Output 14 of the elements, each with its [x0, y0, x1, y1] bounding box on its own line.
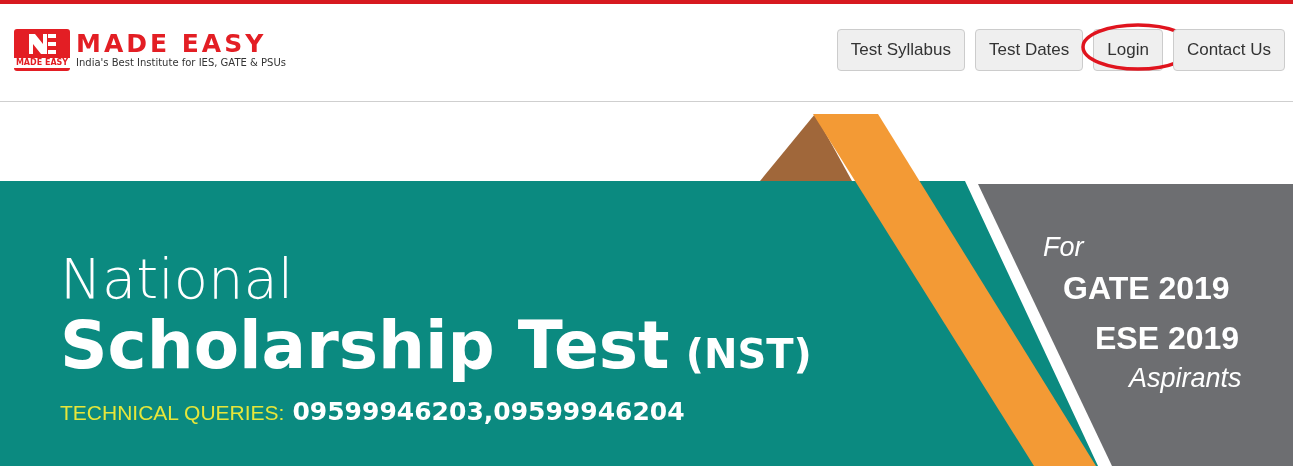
logo-wordmark: MADE EASY: [76, 31, 268, 57]
queries-phone-numbers: 09599946203,09599946204: [292, 397, 685, 426]
exam-name: ESE 2019: [1095, 319, 1241, 358]
logo-tagline: India's Best Institute for IES, GATE & PSUs: [76, 57, 286, 68]
nav-button[interactable]: Test Dates: [975, 28, 1084, 71]
logo-badge-text: MADE EASY: [13, 57, 71, 68]
queries-label: TECHNICAL QUERIES:: [60, 401, 285, 425]
nav-button[interactable]: Contact Us: [1172, 28, 1285, 71]
for-text: For: [1043, 232, 1086, 263]
banner-title-suffix: (NST): [685, 331, 812, 377]
exam-name: GATE 2019: [1063, 269, 1231, 308]
nav-button[interactable]: Test Syllabus: [836, 28, 965, 71]
nav-button[interactable]: Login: [1093, 28, 1163, 71]
audience-text: Aspirants: [1129, 363, 1243, 394]
